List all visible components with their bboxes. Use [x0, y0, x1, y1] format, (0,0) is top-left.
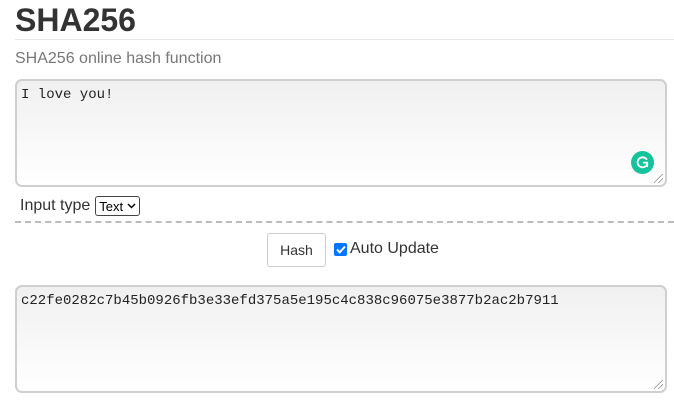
resize-grip-icon[interactable] [654, 380, 663, 389]
auto-update-label: Auto Update [350, 240, 439, 257]
output-textarea[interactable]: c22fe0282c7b45b0926fb3e33efd375a5e195c4c… [15, 285, 667, 393]
page-title: SHA256 [15, 2, 136, 38]
chevron-down-icon [127, 201, 136, 212]
input-type-selected-value: Text [99, 198, 124, 214]
auto-update-checkbox[interactable] [334, 242, 347, 256]
input-type-row: Input type Text [20, 196, 141, 216]
grammarly-icon[interactable] [631, 151, 654, 174]
input-type-label: Input type [20, 197, 91, 214]
checkmark-icon [335, 245, 346, 254]
page-subtitle: SHA256 online hash function [15, 50, 222, 67]
input-text: I love you! [21, 87, 114, 103]
input-type-select[interactable]: Text [95, 196, 141, 216]
title-divider [15, 39, 674, 40]
output-hash-text: c22fe0282c7b45b0926fb3e33efd375a5e195c4c… [21, 293, 559, 309]
section-divider [15, 221, 674, 223]
resize-grip-icon[interactable] [654, 174, 663, 183]
sha256-page: SHA256 SHA256 online hash function I lov… [0, 0, 674, 401]
auto-update-toggle[interactable]: Auto Update [334, 240, 439, 258]
grammarly-g-glyph [636, 156, 649, 169]
input-textarea[interactable]: I love you! [15, 79, 667, 187]
hash-button[interactable]: Hash [267, 233, 326, 267]
